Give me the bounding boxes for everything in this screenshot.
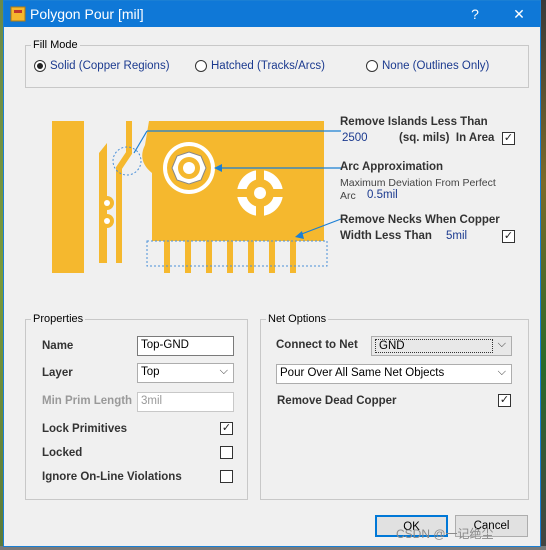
radio-none[interactable]: None (Outlines Only) bbox=[366, 60, 489, 72]
lock-primitives-label: Lock Primitives bbox=[42, 423, 128, 435]
remove-islands-label: Remove Islands Less Than bbox=[340, 116, 488, 128]
remove-dead-copper-label: Remove Dead Copper bbox=[277, 395, 397, 407]
lock-primitives-checkbox[interactable]: ✓ bbox=[220, 422, 233, 435]
remove-necks-value[interactable]: 5mil bbox=[446, 230, 467, 242]
pour-over-select[interactable]: Pour Over All Same Net Objects ⌵ bbox=[276, 364, 512, 384]
radio-hatched-label: Hatched (Tracks/Arcs) bbox=[211, 60, 325, 72]
ignore-violations-label: Ignore On-Line Violations bbox=[42, 471, 182, 483]
min-prim-length-input: 3mil bbox=[137, 392, 234, 412]
pour-over-value: Pour Over All Same Net Objects bbox=[280, 367, 445, 379]
radio-solid-indicator[interactable] bbox=[34, 60, 46, 72]
connect-to-net-label: Connect to Net bbox=[276, 339, 358, 351]
connect-to-net-select[interactable]: GND ⌵ bbox=[371, 336, 512, 356]
remove-necks-label-line2: Width Less Than bbox=[340, 230, 432, 242]
arc-approximation-desc: Maximum Deviation From Perfect bbox=[340, 177, 496, 189]
radio-solid[interactable]: Solid (Copper Regions) bbox=[34, 60, 170, 72]
chevron-down-icon: ⌵ bbox=[497, 366, 506, 378]
radio-none-indicator[interactable] bbox=[366, 60, 378, 72]
layer-select[interactable]: Top ⌵ bbox=[137, 363, 234, 383]
radio-none-label: None (Outlines Only) bbox=[382, 60, 490, 72]
close-button[interactable]: ✕ bbox=[504, 4, 534, 24]
net-options-group-label: Net Options bbox=[266, 313, 329, 325]
remove-dead-copper-checkbox[interactable]: ✓ bbox=[498, 394, 511, 407]
connect-to-net-value: GND bbox=[375, 339, 493, 353]
layer-select-value: Top bbox=[141, 366, 160, 378]
radio-solid-label: Solid (Copper Regions) bbox=[50, 60, 170, 72]
chevron-down-icon: ⌵ bbox=[219, 365, 228, 377]
fill-mode-group-label: Fill Mode bbox=[31, 39, 80, 51]
polygon-pour-dialog: Polygon Pour [mil] ? ✕ Fill Mode Solid (… bbox=[3, 0, 541, 547]
watermark-text: CSDN @一记绝尘 bbox=[396, 527, 494, 541]
title-bar[interactable]: Polygon Pour [mil] ? ✕ bbox=[4, 1, 540, 27]
arc-approximation-label: Arc Approximation bbox=[340, 161, 444, 173]
ignore-violations-checkbox[interactable] bbox=[220, 470, 233, 483]
properties-group-label: Properties bbox=[31, 313, 86, 325]
remove-necks-label-line1: Remove Necks When Copper bbox=[340, 214, 500, 226]
name-label: Name bbox=[42, 340, 74, 352]
name-input[interactable]: Top-GND bbox=[137, 336, 234, 356]
arc-approximation-value[interactable]: 0.5mil bbox=[367, 189, 398, 201]
arc-label: Arc bbox=[340, 190, 356, 202]
locked-label: Locked bbox=[42, 447, 83, 459]
help-button[interactable]: ? bbox=[460, 4, 490, 24]
remove-islands-checkbox[interactable]: ✓ bbox=[502, 132, 515, 145]
locked-checkbox[interactable] bbox=[220, 446, 233, 459]
radio-hatched[interactable]: Hatched (Tracks/Arcs) bbox=[195, 60, 325, 72]
layer-label: Layer bbox=[42, 367, 73, 379]
dialog-title: Polygon Pour [mil] bbox=[30, 6, 144, 22]
min-prim-length-label: Min Prim Length bbox=[42, 395, 133, 407]
remove-islands-unit: (sq. mils) In Area bbox=[399, 132, 495, 144]
radio-hatched-indicator[interactable] bbox=[195, 60, 207, 72]
polygon-pour-illustration bbox=[52, 121, 342, 273]
remove-necks-checkbox[interactable]: ✓ bbox=[502, 230, 515, 243]
remove-islands-value[interactable]: 2500 bbox=[342, 132, 368, 144]
chevron-down-icon: ⌵ bbox=[497, 338, 506, 350]
polygon-app-icon bbox=[10, 6, 26, 22]
